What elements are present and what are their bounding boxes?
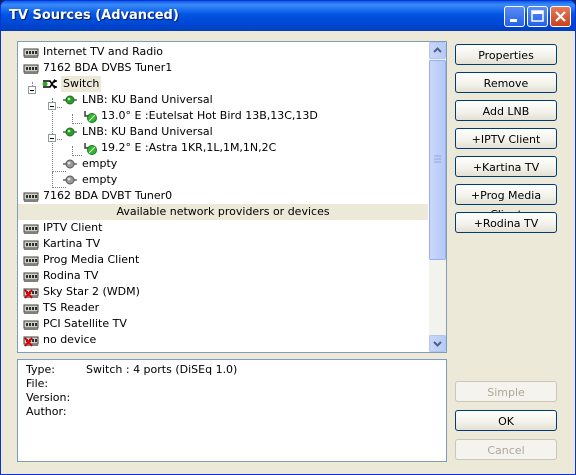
type-label: Type: xyxy=(26,363,55,376)
file-label: File: xyxy=(26,377,49,390)
add-iptv-client-button[interactable]: +IPTV Client xyxy=(455,128,557,149)
lnb-icon xyxy=(62,126,78,139)
cancel-button[interactable]: Cancel xyxy=(455,439,557,460)
tree-item-label: Internet TV and Radio xyxy=(43,45,164,58)
remove-button[interactable]: Remove xyxy=(455,72,557,93)
add-lnb-button[interactable]: Add LNB xyxy=(455,100,557,121)
close-icon xyxy=(555,11,566,22)
dialog-body: Internet TV and Radio 7162 BDA DVBS Tune… xyxy=(4,31,572,472)
add-kartina-tv-button[interactable]: +Kartina TV xyxy=(455,156,557,177)
chevron-down-icon xyxy=(433,341,442,347)
tuner-card-unavailable-icon xyxy=(23,286,39,299)
chevron-up-icon xyxy=(433,47,442,53)
provider-item-label: Sky Star 2 (WDM) xyxy=(43,285,140,298)
type-value: Switch : 4 ports (DiSEq 1.0) xyxy=(86,363,238,376)
tree-item-label: LNB: KU Band Universal xyxy=(82,93,213,106)
satellite-icon xyxy=(82,110,98,123)
provider-item-label: Kartina TV xyxy=(43,237,101,250)
empty-lnb-icon xyxy=(62,158,78,171)
tuner-card-icon xyxy=(23,46,39,59)
tree-connector xyxy=(52,171,66,172)
provider-item-label: no device xyxy=(43,333,97,346)
ok-button[interactable]: OK xyxy=(455,410,557,431)
switch-icon xyxy=(42,78,58,91)
vertical-scrollbar[interactable] xyxy=(429,42,446,352)
provider-item-label: IPTV Client xyxy=(43,221,103,234)
provider-item-label: PCI Satellite TV xyxy=(43,317,127,330)
simple-button[interactable]: Simple xyxy=(455,381,557,402)
tuner-card-icon xyxy=(23,270,39,283)
tree-item-label: LNB: KU Band Universal xyxy=(82,125,213,138)
minimize-button[interactable] xyxy=(504,6,525,27)
add-rodina-tv-button[interactable]: +Rodina TV xyxy=(455,212,557,233)
window-title: TV Sources (Advanced) xyxy=(9,8,179,23)
tree-item-label: 7162 BDA DVBS Tuner1 xyxy=(43,61,173,74)
empty-lnb-icon xyxy=(62,174,78,187)
provider-item-label: Prog Media Client xyxy=(43,253,140,266)
tree-item-label: empty xyxy=(82,173,118,186)
grip-icon xyxy=(434,155,441,163)
tuner-card-icon xyxy=(23,254,39,267)
version-label: Version: xyxy=(26,391,71,404)
tuner-card-icon xyxy=(23,62,39,75)
tree-connector xyxy=(72,123,82,124)
tuner-card-icon xyxy=(23,302,39,315)
tuner-card-icon xyxy=(23,190,39,203)
lnb-icon xyxy=(62,94,78,107)
provider-item-label: TS Reader xyxy=(43,301,100,314)
author-label: Author: xyxy=(26,405,67,418)
sources-tree[interactable]: Internet TV and Radio 7162 BDA DVBS Tune… xyxy=(17,41,447,353)
scroll-up-button[interactable] xyxy=(429,42,446,59)
minimize-icon xyxy=(510,19,517,22)
maximize-icon xyxy=(531,10,544,22)
maximize-button[interactable] xyxy=(527,6,548,27)
tv-sources-window: TV Sources (Advanced) Internet TV and Ra… xyxy=(0,0,576,475)
tuner-card-icon xyxy=(23,318,39,331)
title-bar[interactable]: TV Sources (Advanced) xyxy=(1,1,575,31)
add-prog-media-client-button[interactable]: +Prog Media Client xyxy=(455,184,557,221)
providers-header: Available network providers or devices xyxy=(18,204,428,220)
tree-item-label: empty xyxy=(82,157,118,170)
tuner-card-icon xyxy=(23,238,39,251)
lnb-collapse-toggle[interactable] xyxy=(48,102,56,110)
tree-item-label: 19.2° E :Astra 1KR,1L,1M,1N,2C xyxy=(101,141,277,154)
scrollbar-thumb[interactable] xyxy=(429,60,446,260)
tuner-card-icon xyxy=(23,222,39,235)
tree-connector xyxy=(52,172,53,188)
close-button[interactable] xyxy=(550,6,571,27)
provider-item-label: Rodina TV xyxy=(43,269,99,282)
tree-item-label: 7162 BDA DVBT Tuner0 xyxy=(43,189,173,202)
tree-connector xyxy=(72,155,82,156)
satellite-icon xyxy=(82,142,98,155)
tree-item-label: Switch xyxy=(61,76,102,92)
switch-collapse-toggle[interactable] xyxy=(28,86,36,94)
scroll-down-button[interactable] xyxy=(429,335,446,352)
tuner-card-unavailable-icon xyxy=(23,334,39,347)
lnb-collapse-toggle[interactable] xyxy=(48,134,56,142)
properties-button[interactable]: Properties xyxy=(455,44,557,65)
tree-item-label: 13.0° E :Eutelsat Hot Bird 13B,13C,13D xyxy=(101,109,318,122)
details-panel: Type: Switch : 4 ports (DiSEq 1.0) File:… xyxy=(17,359,447,462)
